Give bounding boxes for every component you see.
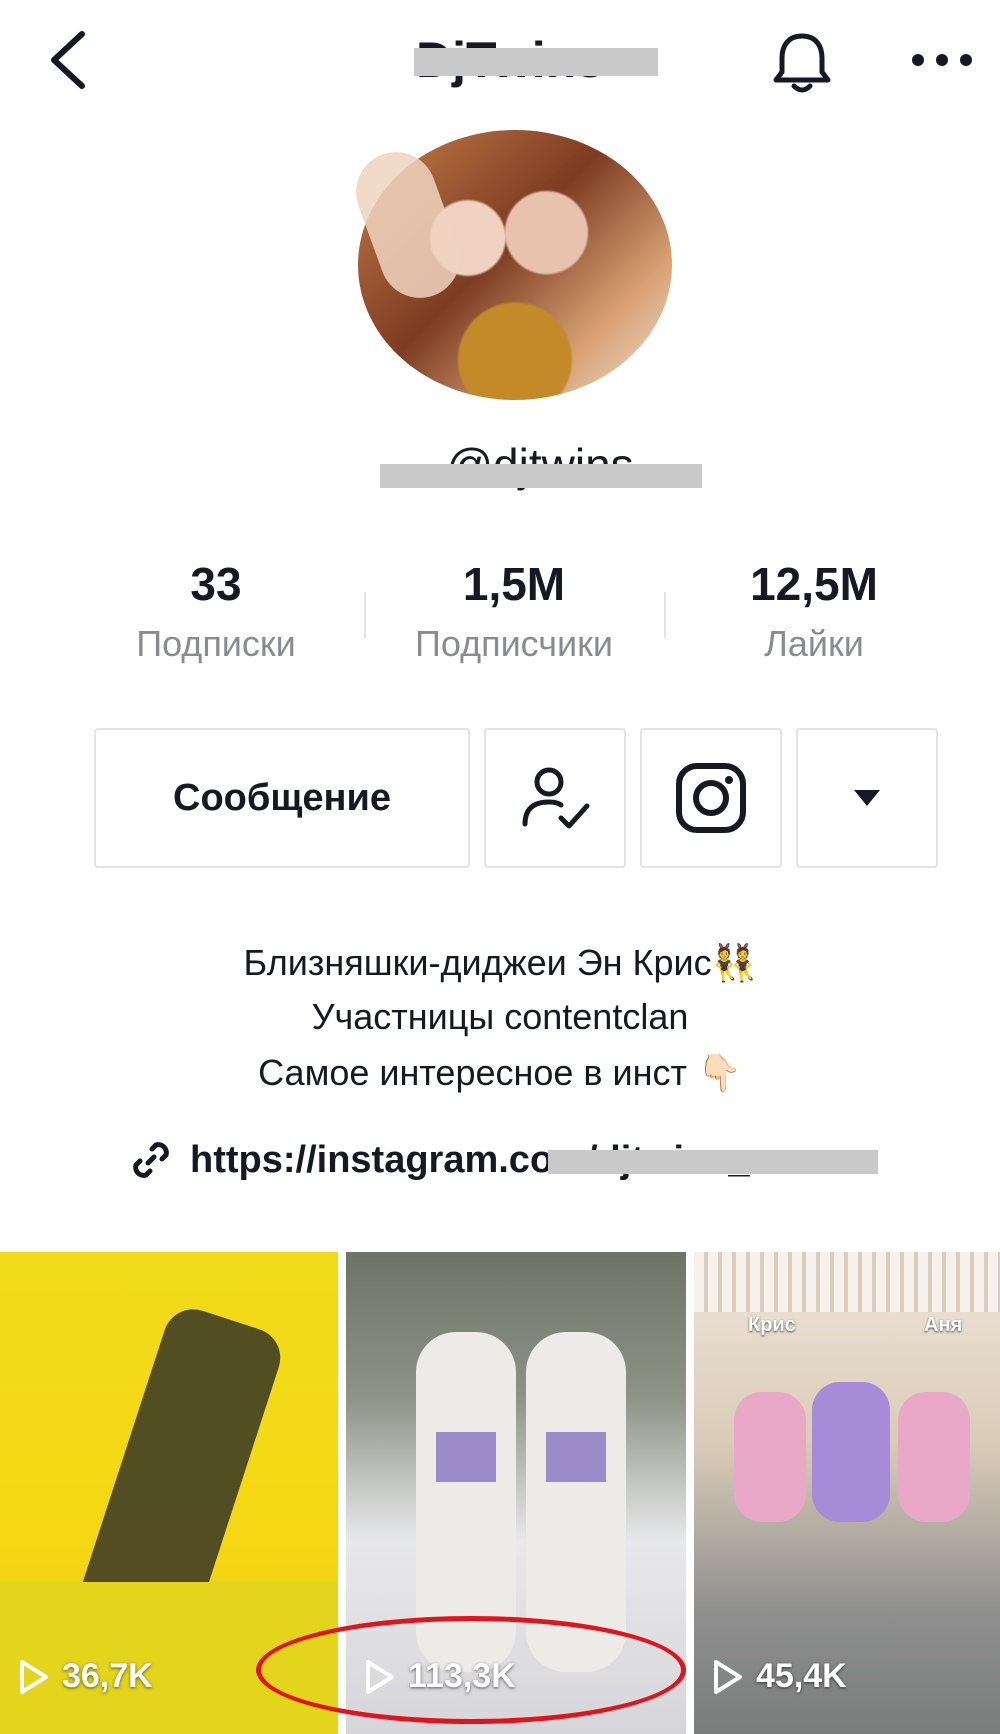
bio-line-2: Участницы contentclan	[311, 996, 689, 1037]
video-1-views-count: 36,7K	[62, 1657, 153, 1695]
stat-likes-label: Лайки	[764, 623, 864, 664]
following-button[interactable]	[484, 728, 626, 868]
annotation-ellipse	[256, 1616, 686, 1724]
video-3-decor	[812, 1382, 890, 1522]
video-tile-3[interactable]: Крис Аня 45,4K	[694, 1252, 1000, 1734]
instagram-button[interactable]	[640, 728, 782, 868]
link-redaction	[548, 1150, 878, 1174]
stat-following[interactable]: 33 Подписки	[110, 556, 322, 666]
video-3-decor	[734, 1392, 806, 1522]
stat-following-label: Подписки	[136, 623, 296, 664]
play-icon	[712, 1659, 744, 1695]
stat-followers-value: 1,5M	[462, 558, 566, 610]
back-chevron-icon[interactable]	[40, 28, 100, 92]
stat-followers[interactable]: 1,5M Подписчики	[392, 556, 636, 666]
video-3-views-count: 45,4K	[756, 1657, 847, 1695]
play-icon	[18, 1659, 50, 1695]
stat-divider	[664, 592, 666, 638]
stat-likes[interactable]: 12,5M Лайки	[716, 556, 912, 666]
video-3-decor	[694, 1252, 1000, 1312]
username-redaction	[380, 464, 702, 488]
user-check-icon	[517, 762, 593, 834]
title-redaction	[414, 48, 658, 76]
video-3-caption-left: Крис	[748, 1314, 796, 1336]
dropdown-button[interactable]	[796, 728, 938, 868]
video-3-decor	[898, 1392, 970, 1522]
video-2-decor	[436, 1432, 496, 1482]
video-3-views: 45,4K	[712, 1657, 847, 1696]
stat-divider	[364, 592, 366, 638]
instagram-icon	[675, 762, 747, 834]
video-3-caption-right: Аня	[924, 1314, 963, 1336]
bio-line-1: Близняшки-диджеи Эн Крис👯	[243, 942, 757, 983]
stat-likes-value: 12,5M	[750, 558, 878, 610]
caret-down-icon	[852, 788, 882, 808]
bell-icon[interactable]	[766, 26, 838, 98]
video-1-views: 36,7K	[18, 1657, 153, 1696]
stat-following-value: 33	[190, 558, 242, 610]
link-icon	[130, 1139, 172, 1181]
video-2-decor	[546, 1432, 606, 1482]
bio-line-3: Самое интересное в инст 👇🏻	[258, 1052, 742, 1093]
message-button-label: Сообщение	[173, 776, 391, 819]
more-horizontal-icon[interactable]	[904, 40, 984, 80]
stat-followers-label: Подписчики	[414, 623, 614, 664]
message-button[interactable]: Сообщение	[94, 728, 470, 868]
